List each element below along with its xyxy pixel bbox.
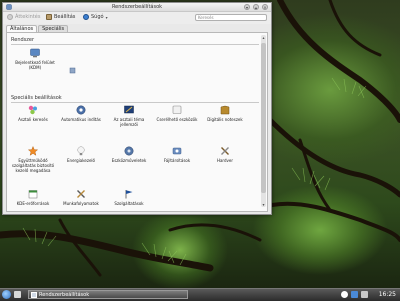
help-button[interactable]: Súgó ▾ bbox=[83, 14, 108, 20]
arrow-left-icon bbox=[7, 14, 13, 20]
search-input[interactable]: Keresés bbox=[195, 14, 267, 21]
monitor-icon bbox=[30, 48, 40, 58]
taskbar-task-system-settings[interactable]: Rendszerbeállítások bbox=[28, 290, 188, 299]
scroll-thumb[interactable] bbox=[261, 43, 266, 193]
task-label: Rendszerbeállítások bbox=[39, 292, 90, 298]
calendar-icon bbox=[28, 190, 38, 199]
item-label: Energiakezelő bbox=[67, 158, 95, 163]
configure-button[interactable]: Beállítás bbox=[46, 14, 75, 20]
tools-icon bbox=[221, 147, 229, 155]
close-button[interactable]: × bbox=[262, 4, 268, 10]
item-label: Az asztali téma jellemzői bbox=[113, 117, 145, 127]
item-label: Szolgáltatások bbox=[114, 201, 144, 206]
item-collaboration-provider[interactable]: Együttműködő szolgáltatás biztosító keze… bbox=[11, 146, 55, 173]
item-removable-devices[interactable]: Cserélhető eszközök bbox=[155, 105, 199, 122]
item-login-screen[interactable]: Bejelentkező felület (KDM) bbox=[13, 48, 57, 70]
window-title: Rendszerbeállítások bbox=[111, 4, 163, 10]
lightbulb-icon bbox=[77, 146, 85, 156]
item-label: Munkafolyamatok bbox=[63, 201, 99, 206]
help-icon bbox=[83, 14, 89, 20]
clipboard-icon[interactable] bbox=[361, 291, 368, 298]
item-workflows[interactable]: Munkafolyamatok bbox=[59, 189, 103, 206]
item-label: Eszközműveletek bbox=[111, 158, 147, 163]
wrench-icon bbox=[46, 14, 52, 20]
item-label: Cserélhető eszközök bbox=[156, 117, 198, 122]
show-desktop-icon[interactable] bbox=[14, 291, 21, 298]
item-label: Hardver bbox=[216, 158, 234, 163]
vertical-scrollbar[interactable]: ▴ ▾ bbox=[261, 35, 266, 207]
star-icon bbox=[28, 146, 38, 156]
section-title-system: Rendszer bbox=[11, 37, 35, 43]
item-digital-notebooks[interactable]: Digitális noteszek bbox=[203, 105, 247, 122]
item-label: Automatikus indítás bbox=[61, 117, 101, 122]
network-icon[interactable] bbox=[351, 291, 358, 298]
item-desktop-theme[interactable]: Az asztali téma jellemzői bbox=[107, 105, 151, 127]
file-associations-icon bbox=[172, 147, 182, 155]
section-divider bbox=[11, 102, 259, 103]
minimize-button[interactable]: ▾ bbox=[244, 4, 250, 10]
overview-label: Áttekintés bbox=[15, 14, 41, 20]
section-divider bbox=[11, 44, 259, 45]
item-desktop-search[interactable]: Asztali keresés bbox=[11, 105, 55, 122]
system-settings-window: Rendszerbeállítások ▾ ▴ × Áttekintés Beá… bbox=[2, 2, 272, 215]
workflow-tools-icon bbox=[77, 190, 85, 198]
item-autostart[interactable]: Automatikus indítás bbox=[59, 105, 103, 122]
item-file-associations[interactable]: Fájltársítások bbox=[155, 146, 199, 163]
scroll-up-icon[interactable]: ▴ bbox=[261, 35, 266, 40]
title-bar[interactable]: Rendszerbeállítások ▾ ▴ × bbox=[3, 3, 271, 12]
desktop-search-icon bbox=[28, 105, 37, 115]
notifications-icon[interactable] bbox=[341, 291, 348, 298]
chevron-down-icon: ▾ bbox=[105, 14, 108, 20]
help-label: Súgó bbox=[91, 14, 104, 20]
item-hardware[interactable]: Hardver bbox=[203, 146, 247, 163]
settings-panel: Rendszer Bejelentkező felület (KDM) Spec… bbox=[6, 32, 268, 212]
autostart-icon bbox=[76, 105, 86, 115]
desktop-theme-icon bbox=[124, 105, 134, 114]
item-services[interactable]: Szolgáltatások bbox=[107, 189, 151, 206]
device-actions-icon bbox=[124, 146, 134, 156]
taskbar: Rendszerbeállítások 16:25 bbox=[0, 288, 400, 301]
scroll-down-icon[interactable]: ▾ bbox=[261, 202, 266, 207]
overview-button[interactable]: Áttekintés bbox=[7, 14, 40, 20]
settings-icon bbox=[31, 292, 37, 298]
maximize-button[interactable]: ▴ bbox=[253, 4, 259, 10]
settings-small-icon bbox=[69, 67, 76, 74]
item-label: Digitális noteszek bbox=[207, 117, 243, 122]
item-label: Fájltársítások bbox=[163, 158, 191, 163]
clock[interactable]: 16:25 bbox=[379, 290, 396, 300]
item-label: Együttműködő szolgáltatás biztosító keze… bbox=[11, 158, 55, 173]
item-label: Bejelentkező felület (KDM) bbox=[15, 60, 55, 70]
toolbar: Áttekintés Beállítás Súgó ▾ Keresés bbox=[3, 12, 271, 24]
item-power-management[interactable]: Energiakezelő bbox=[59, 146, 103, 163]
item-label: KDE-erőforrások bbox=[16, 201, 50, 206]
section-title-advanced: Speciális beállítások bbox=[11, 95, 62, 101]
configure-label: Beállítás bbox=[54, 14, 76, 20]
item-kde-resources[interactable]: KDE-erőforrások bbox=[11, 189, 55, 206]
item-label: Asztali keresés bbox=[18, 117, 48, 122]
removable-device-icon bbox=[172, 105, 182, 114]
flag-icon bbox=[125, 190, 133, 199]
notebook-icon bbox=[220, 105, 230, 115]
application-launcher-icon[interactable] bbox=[2, 290, 11, 299]
item-device-actions[interactable]: Eszközműveletek bbox=[107, 146, 151, 163]
